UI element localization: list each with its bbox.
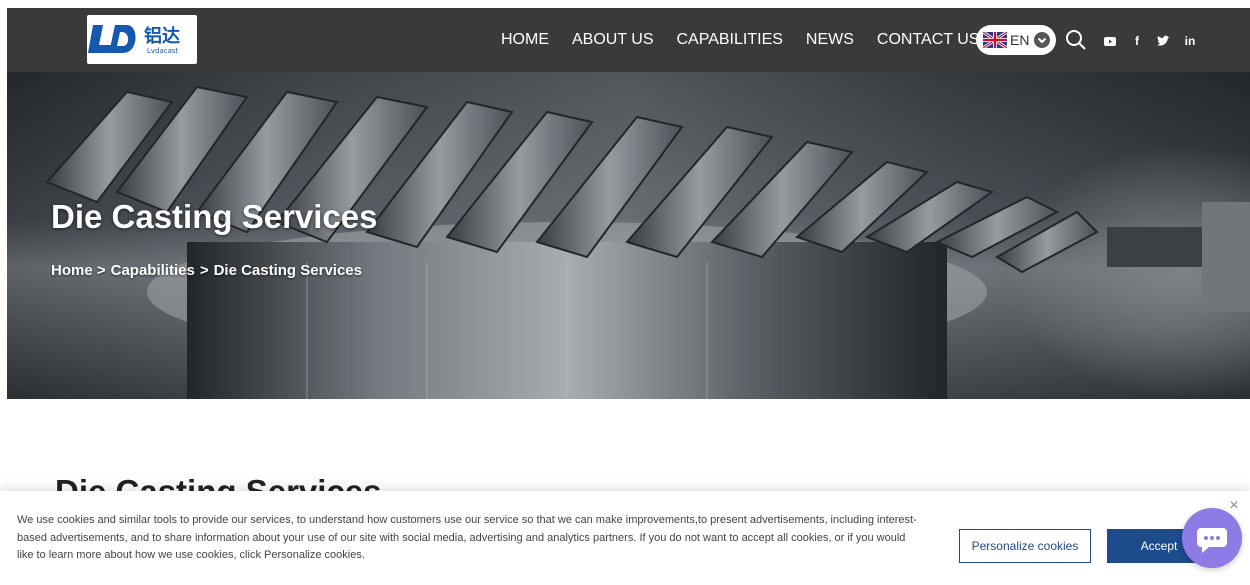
logo-subtext: Lvdacast — [147, 47, 179, 55]
breadcrumb-current: Die Casting Services — [213, 262, 362, 279]
breadcrumb: Home > Capabilities > Die Casting Servic… — [51, 262, 367, 279]
hero-title: Die Casting Services — [51, 198, 378, 235]
nav-contact-us[interactable]: CONTACT US — [877, 31, 980, 49]
chat-widget-button[interactable] — [1182, 508, 1242, 568]
logo-text: 铝达 — [144, 25, 180, 47]
site-header: 铝达 Lvdacast HOME ABOUT US CAPABILITIES N… — [7, 8, 1250, 72]
cookie-banner: We use cookies and similar tools to prov… — [0, 491, 1250, 585]
personalize-cookies-button[interactable]: Personalize cookies — [959, 529, 1091, 563]
nav-news[interactable]: NEWS — [806, 31, 854, 49]
chat-icon — [1197, 528, 1227, 553]
nav-capabilities[interactable]: CAPABILITIES — [677, 31, 783, 49]
youtube-icon[interactable] — [1099, 30, 1121, 52]
uk-flag-icon — [983, 32, 1007, 48]
language-selector[interactable]: EN — [976, 25, 1056, 55]
nav-about-us[interactable]: ABOUT US — [572, 31, 654, 49]
hero-banner: Die Casting Services Home > Capabilities… — [7, 72, 1250, 399]
linkedin-icon[interactable]: in — [1179, 30, 1201, 52]
cookie-text: We use cookies and similar tools to prov… — [17, 514, 917, 561]
twitter-icon[interactable] — [1152, 30, 1174, 52]
breadcrumb-home[interactable]: Home > — [51, 262, 106, 279]
search-icon[interactable] — [1065, 29, 1087, 56]
breadcrumb-capabilities[interactable]: Capabilities — [111, 262, 195, 279]
nav-home[interactable]: HOME — [501, 31, 549, 49]
main-nav: HOME ABOUT US CAPABILITIES NEWS CONTACT … — [501, 8, 991, 72]
language-label: EN — [1010, 32, 1030, 48]
logo[interactable]: 铝达 Lvdacast — [87, 15, 197, 64]
breadcrumb-separator: > — [199, 262, 209, 279]
chevron-down-icon — [1034, 32, 1050, 48]
facebook-icon[interactable]: f — [1126, 30, 1148, 52]
